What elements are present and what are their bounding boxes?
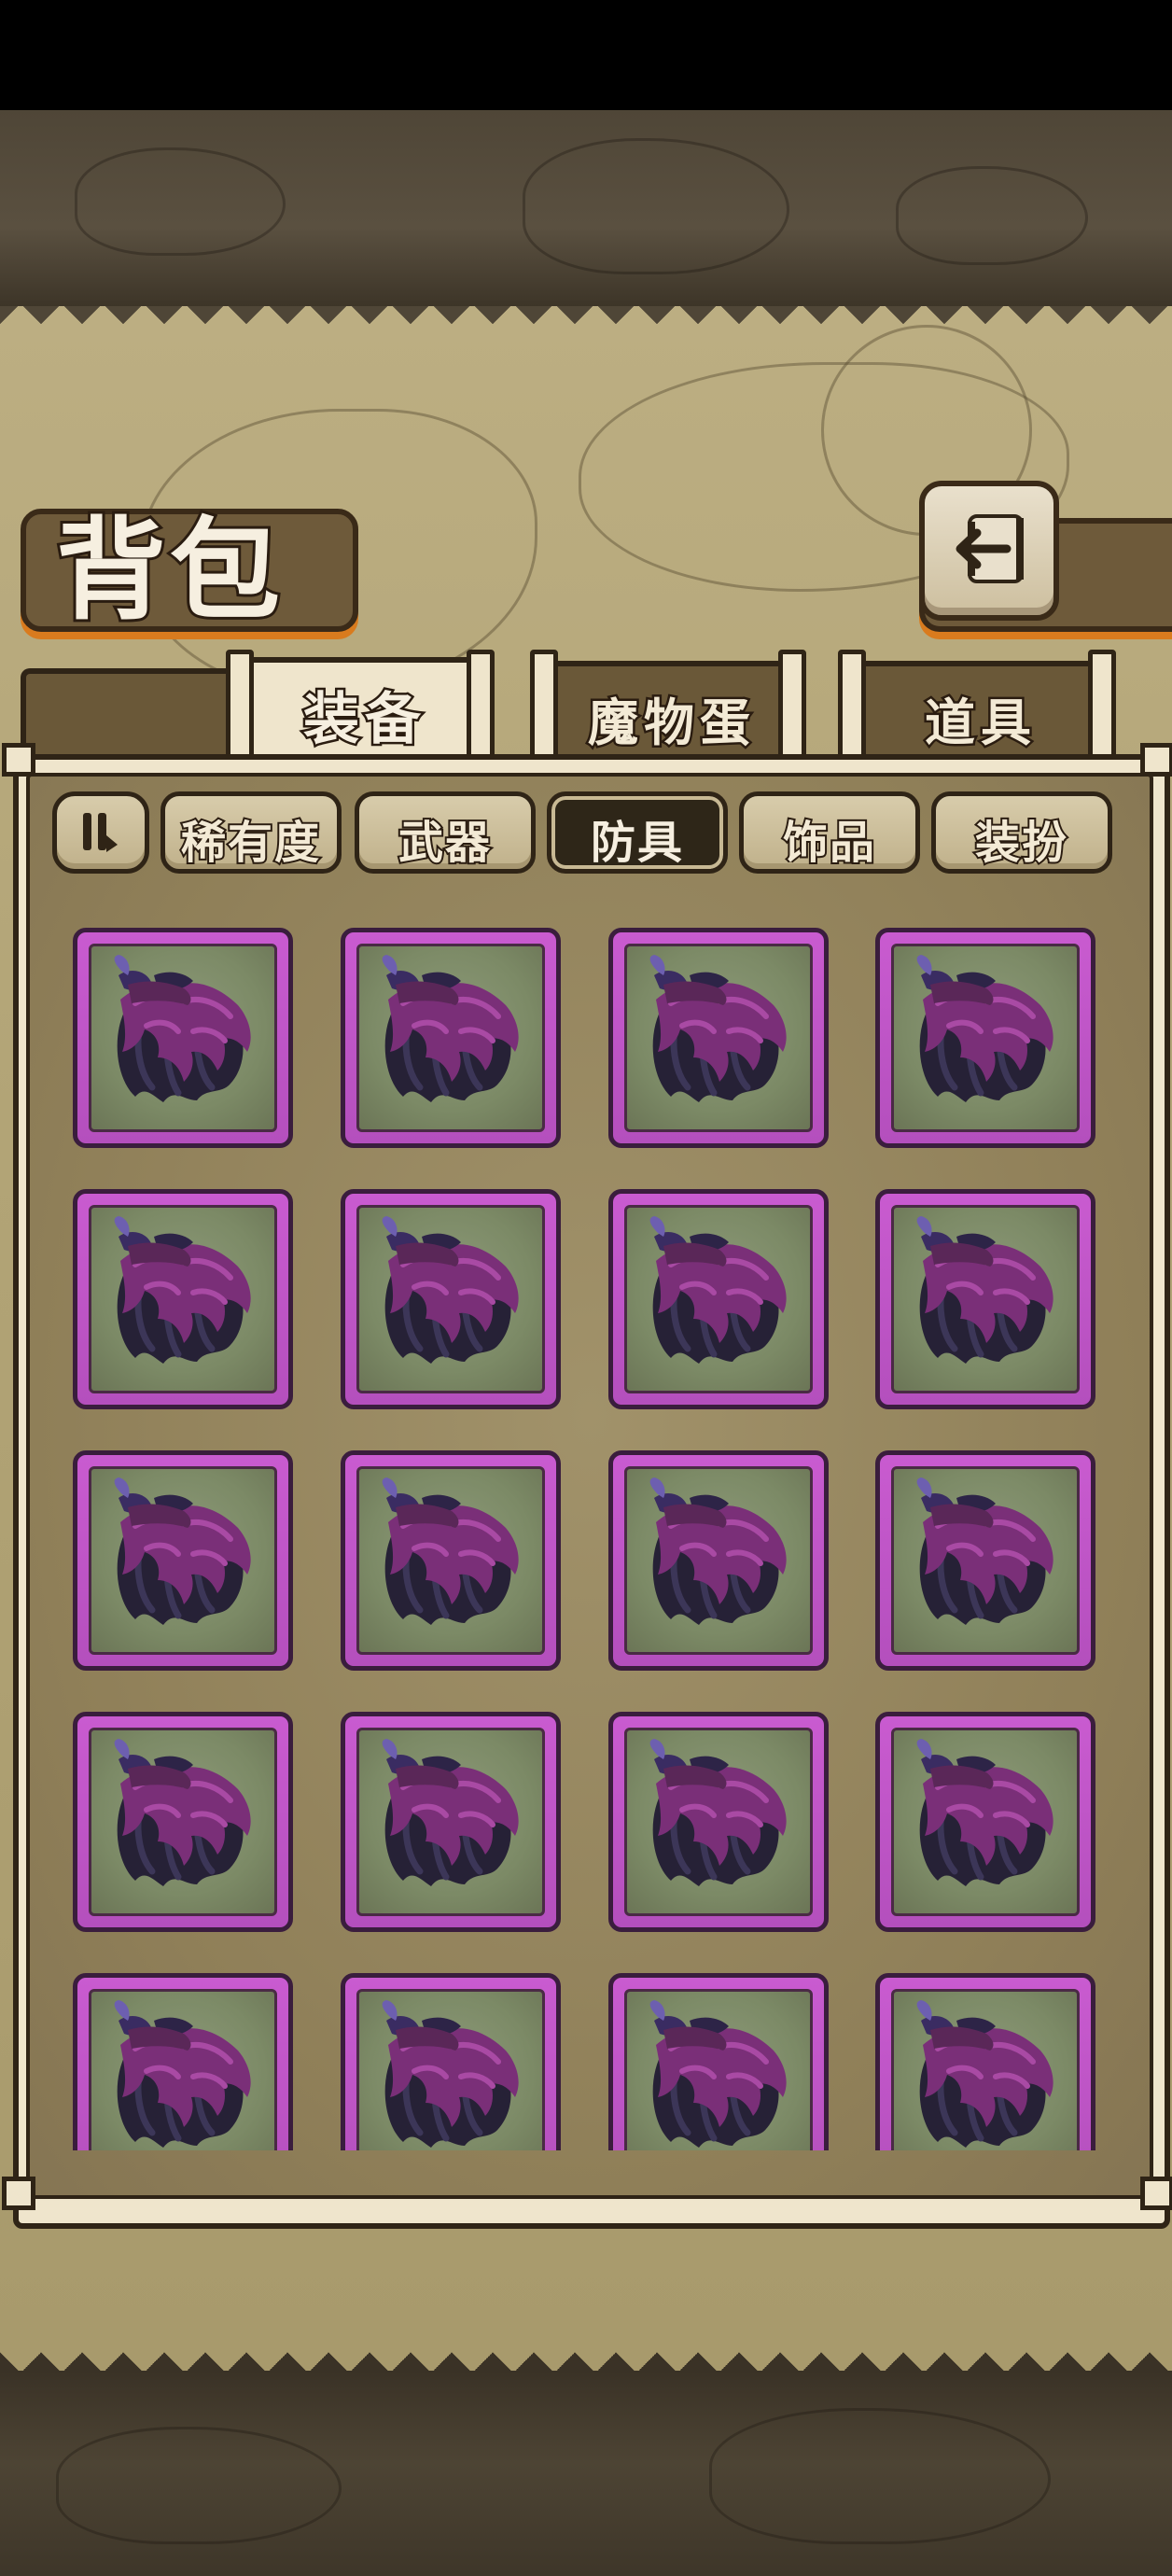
inventory-slot[interactable] — [73, 1189, 293, 1409]
tab-post — [530, 650, 558, 762]
inventory-slot[interactable] — [73, 1450, 293, 1671]
purple-cloak-icon — [382, 1477, 519, 1625]
inventory-slot[interactable] — [341, 1189, 561, 1409]
tab-equipment[interactable]: 装备 — [237, 657, 493, 767]
sort-toggle-icon — [83, 813, 118, 852]
purple-cloak-icon — [649, 2000, 787, 2148]
tab-post — [1088, 650, 1116, 762]
tab-spacer-left — [21, 668, 237, 765]
tab-post — [838, 650, 866, 762]
inventory-slot[interactable] — [875, 1450, 1095, 1671]
panel-corner — [1140, 743, 1172, 777]
purple-cloak-icon — [916, 1216, 1053, 1364]
tab-equipment-label: 装备 — [301, 685, 426, 755]
map-background-bottom — [0, 2371, 1172, 2576]
back-button[interactable] — [919, 481, 1059, 621]
filter-weapon-label: 武器 — [397, 815, 492, 871]
purple-cloak-icon — [382, 1739, 519, 1886]
inventory-slot[interactable] — [608, 928, 829, 1148]
status-bar — [0, 0, 1172, 110]
purple-cloak-icon — [649, 1216, 787, 1364]
torn-edge-top — [0, 306, 1172, 338]
purple-cloak-icon — [916, 1477, 1053, 1625]
purple-cloak-icon — [649, 955, 787, 1102]
purple-cloak-icon — [382, 955, 519, 1102]
filter-rarity-label: 稀有度 — [179, 815, 321, 871]
purple-cloak-icon — [114, 955, 251, 1102]
panel-corner — [2, 743, 35, 777]
inventory-slot[interactable] — [73, 1712, 293, 1932]
inventory-slot[interactable] — [875, 1189, 1095, 1409]
purple-cloak-icon — [382, 1216, 519, 1364]
inventory-slot[interactable] — [341, 1712, 561, 1932]
purple-cloak-icon — [916, 1739, 1053, 1886]
inventory-slot[interactable] — [608, 1189, 829, 1409]
inventory-slot[interactable] — [608, 1712, 829, 1932]
inventory-slot[interactable] — [341, 928, 561, 1148]
tab-post — [778, 650, 806, 762]
tab-monster-egg[interactable]: 魔物蛋 — [539, 661, 804, 758]
purple-cloak-icon — [114, 2000, 251, 2148]
filter-accessory-label: 饰品 — [781, 815, 876, 871]
filter-costume[interactable]: 装扮 — [931, 791, 1112, 874]
inventory-slot[interactable] — [875, 928, 1095, 1148]
map-background-top — [0, 110, 1172, 306]
inventory-slot[interactable] — [608, 1973, 829, 2150]
inventory-slot[interactable] — [608, 1450, 829, 1671]
purple-cloak-icon — [114, 1739, 251, 1886]
panel-corner — [1140, 2177, 1172, 2210]
filter-armor-label: 防具 — [590, 817, 684, 869]
filter-armor[interactable]: 防具 — [547, 791, 728, 874]
torn-edge-bottom — [0, 2339, 1172, 2371]
inventory-slot[interactable] — [875, 1712, 1095, 1932]
purple-cloak-icon — [382, 2000, 519, 2148]
filter-costume-label: 装扮 — [973, 815, 1068, 871]
filter-weapon[interactable]: 武器 — [355, 791, 536, 874]
inventory-slot[interactable] — [341, 1973, 561, 2150]
inventory-grid — [26, 896, 1146, 2150]
purple-cloak-icon — [649, 1739, 787, 1886]
inventory-slot[interactable] — [73, 928, 293, 1148]
back-arrow-icon — [956, 514, 1024, 583]
panel-corner — [2, 2177, 35, 2210]
purple-cloak-icon — [114, 1477, 251, 1625]
purple-cloak-icon — [649, 1477, 787, 1625]
tab-items-label: 道具 — [923, 692, 1037, 755]
tab-items[interactable]: 道具 — [847, 661, 1114, 758]
purple-cloak-icon — [114, 1216, 251, 1364]
purple-cloak-icon — [916, 955, 1053, 1102]
purple-cloak-icon — [916, 2000, 1053, 2148]
filter-accessory[interactable]: 饰品 — [739, 791, 920, 874]
sort-toggle-button[interactable] — [52, 791, 149, 874]
tab-monster-egg-label: 魔物蛋 — [586, 692, 756, 755]
page-title: 背包 — [53, 502, 285, 637]
inventory-slot[interactable] — [73, 1973, 293, 2150]
filter-rarity[interactable]: 稀有度 — [160, 791, 342, 874]
inventory-slot[interactable] — [875, 1973, 1095, 2150]
inventory-slot[interactable] — [341, 1450, 561, 1671]
